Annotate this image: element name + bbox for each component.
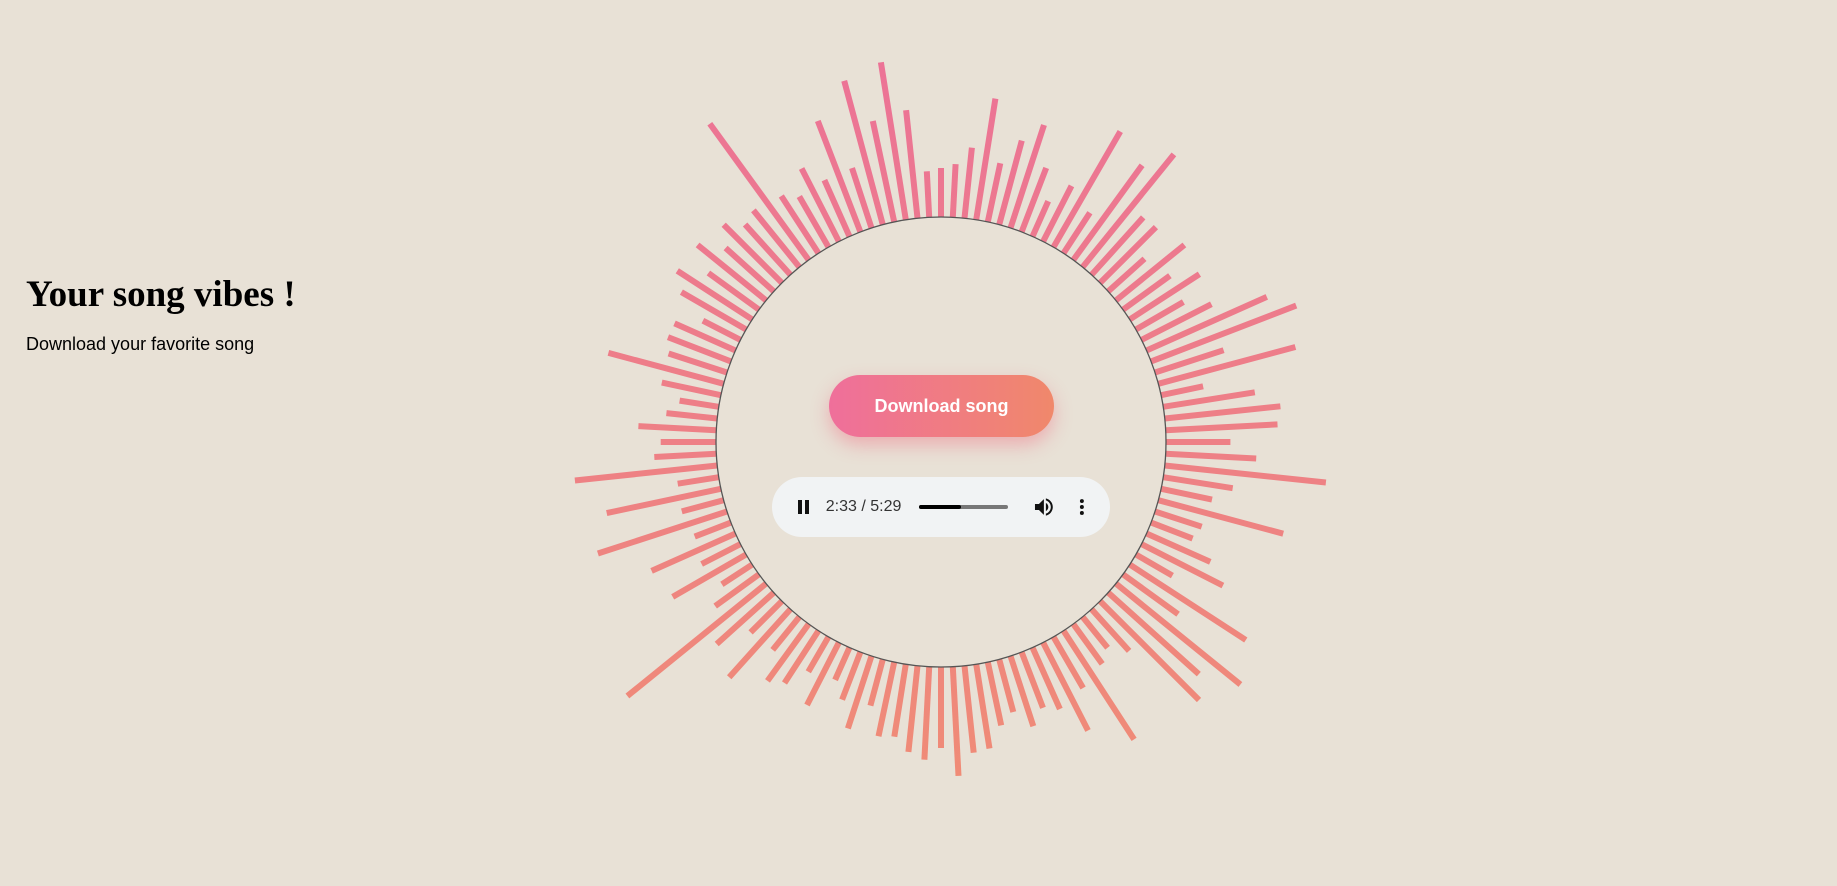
visualizer-bar [923,171,933,218]
visualizer-bar [666,410,718,422]
visualizer-bar [891,663,909,738]
visualizer-bar [973,663,993,749]
visualizer-bar [1160,485,1213,503]
hero-section: Your song vibes ! Download your favorite… [26,270,426,355]
visualizer-bar [638,423,717,434]
visualizer-bar [1040,184,1075,243]
visualizer-bar [961,665,977,754]
visualizer-bar [949,163,959,218]
visualizer-bar [1070,163,1145,262]
progress-fill [919,505,961,509]
visualizer-bar [1050,635,1086,690]
visualizer-bar [903,109,921,219]
visualizer-ring [715,216,1167,668]
visualizer-bar [1145,530,1212,565]
visualizer-bar [1160,383,1204,399]
page-title: Your song vibes ! [26,274,296,315]
visualizer-bar [681,497,725,515]
visualizer-bar [1164,403,1281,422]
visualizer-bar [1097,598,1202,703]
pause-icon[interactable] [792,495,816,519]
visualizer-bar [877,61,909,221]
visualizer-bar [796,195,832,249]
visualizer-bar [949,666,962,777]
visualizer-bar [961,147,975,219]
visualizer-bar [1165,450,1257,462]
visualizer-bar [905,665,921,753]
visualizer-bar [713,571,761,609]
visualizer-bar [984,661,1005,727]
visualizer-bar [625,581,768,699]
visualizer-bar [1106,590,1201,677]
more-vertical-icon[interactable] [1070,495,1094,519]
progress-slider[interactable] [919,505,1009,509]
time-display: 2:33 / 5:29 [825,498,902,515]
volume-icon[interactable] [1032,495,1056,519]
visualizer-bar [832,646,853,682]
visualizer-bar [693,519,732,540]
visualizer-bar [1162,474,1234,492]
visualizer-bar [1165,421,1278,434]
download-song-button[interactable]: Download song [829,375,1054,437]
visualizer-bar [921,666,933,760]
visualizer-bar [679,397,720,410]
visualizer-bar [867,658,886,707]
audio-visualizer [574,61,1327,777]
visualizer-bar [606,485,722,517]
audio-player[interactable]: 2:33 / 5:29 [772,477,1110,537]
visualizer-bar [1029,646,1063,711]
page-subtitle: Download your favorite song [26,334,255,354]
visualizer-bar [661,379,722,399]
visualizer-bar [654,450,717,460]
visualizer-bar [1106,256,1147,294]
visualizer-bar [984,162,1004,223]
visualizer-bar [845,655,875,730]
visualizer-bar [677,474,720,487]
